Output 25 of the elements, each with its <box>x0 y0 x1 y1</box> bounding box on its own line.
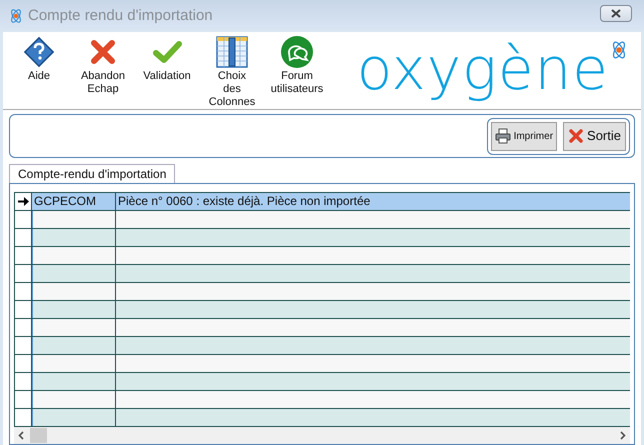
table-cell-text: Pièce n° 0060 : existe déjà. Pièce non importée <box>117 193 372 210</box>
chat-bubble-icon <box>280 35 314 69</box>
scrollbar-thumb[interactable] <box>30 428 47 443</box>
close-icon <box>89 38 117 66</box>
checkmark-icon <box>152 39 182 65</box>
logo-text: oxygène <box>356 38 609 100</box>
table-cell: GCPECOM <box>32 193 116 210</box>
close-icon <box>568 128 584 144</box>
toolbar-button[interactable]: Choix des Colonnes <box>201 34 263 109</box>
table-row[interactable]: GCPECOM Pièce n° 0060 : existe déjà. Pièce non importée <box>15 193 630 211</box>
scroll-left-icon[interactable] <box>18 431 24 440</box>
toolbar-button[interactable]: Abandon Echap <box>73 34 133 109</box>
toolbar-button[interactable]: Aide <box>9 34 69 109</box>
action-button[interactable]: Sortie <box>563 122 626 150</box>
table-columns-icon <box>216 36 248 68</box>
toolbar-button[interactable]: Forum utilisateurs <box>267 34 327 109</box>
tab[interactable]: Compte-rendu d'importation <box>9 164 176 183</box>
scroll-right-icon[interactable] <box>620 431 626 440</box>
atom-icon <box>8 8 24 24</box>
toolbar-button[interactable]: Validation <box>137 34 197 109</box>
close-icon <box>610 8 622 18</box>
close-button[interactable] <box>600 4 632 22</box>
printer-icon <box>494 128 511 144</box>
action-button[interactable]: Imprimer <box>490 122 558 150</box>
window-title: Compte rendu d'importation <box>28 6 213 26</box>
